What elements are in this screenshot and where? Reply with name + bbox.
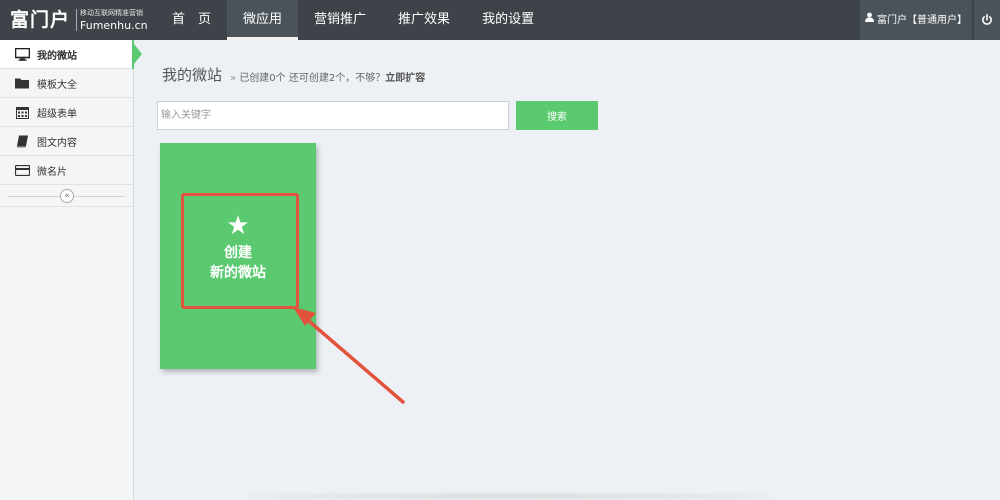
bottom-shadow: [250, 492, 770, 500]
site-quota-info: » 已创建0个 还可创建2个，不够？立即扩容: [230, 69, 425, 84]
sidebar: 我的微站 模板大全 超级表单 图文内容 微名片 «: [0, 40, 142, 500]
logo-divider: [76, 9, 77, 31]
nav-promotion-results[interactable]: 推广效果: [382, 0, 466, 40]
sidebar-item-label: 微名片: [37, 166, 67, 178]
brand-name: 富门户: [10, 9, 71, 31]
new-site-label: 新的微站: [210, 265, 266, 281]
user-menu[interactable]: 富门户【普通用户】: [860, 0, 972, 40]
search-input[interactable]: [157, 101, 509, 130]
nav-my-settings[interactable]: 我的设置: [466, 0, 550, 40]
user-icon: [865, 0, 874, 40]
brand-domain: Fumenhu.cn: [80, 19, 148, 32]
quota-text: 已创建0个 还可创建2个，不够？: [239, 73, 386, 84]
top-bar: 富门户 移动互联网精准营销 Fumenhu.cn 首 页 微应用 营销推广 推广…: [0, 0, 1000, 40]
nav-marketing[interactable]: 营销推广: [298, 0, 382, 40]
sidebar-item-label: 我的微站: [37, 50, 77, 62]
sidebar-item-templates[interactable]: 模板大全: [0, 69, 133, 98]
sidebar-item-label: 超级表单: [37, 108, 77, 120]
user-label: 富门户【普通用户】: [877, 15, 967, 26]
sidebar-item-articles[interactable]: 图文内容: [0, 127, 133, 156]
calendar-icon: [14, 105, 30, 119]
star-icon: ★: [226, 211, 250, 241]
brand-logo[interactable]: 富门户 移动互联网精准营销 Fumenhu.cn: [10, 6, 148, 34]
annotation-arrow: [293, 307, 405, 404]
create-site-card[interactable]: ★ 创建 新的微站: [160, 143, 316, 369]
sidebar-item-super-forms[interactable]: 超级表单: [0, 98, 133, 127]
search-button[interactable]: 搜索: [516, 101, 598, 130]
subtitle-arrow: »: [230, 73, 237, 84]
book-icon: [14, 134, 30, 148]
sidebar-collapse-button[interactable]: «: [60, 189, 74, 203]
sidebar-item-business-card[interactable]: 微名片: [0, 156, 133, 185]
logout-button[interactable]: [974, 0, 1000, 40]
page-title: 我的微站: [162, 66, 223, 84]
nav-home[interactable]: 首 页: [156, 0, 227, 40]
main-nav: 首 页 微应用 营销推广 推广效果 我的设置: [156, 0, 550, 40]
folder-icon: [14, 76, 30, 90]
sidebar-item-label: 图文内容: [37, 137, 77, 149]
create-label: 创建: [224, 245, 252, 261]
expand-quota-link[interactable]: 立即扩容: [385, 73, 425, 84]
sidebar-collapse-row: «: [0, 185, 133, 207]
monitor-icon: [14, 47, 30, 61]
nav-micro-apps[interactable]: 微应用: [227, 0, 299, 40]
sidebar-item-my-sites[interactable]: 我的微站: [0, 40, 142, 69]
card-icon: [14, 163, 30, 177]
power-icon: [981, 11, 993, 30]
brand-tagline: 移动互联网精准营销: [80, 9, 143, 17]
sidebar-item-label: 模板大全: [37, 79, 77, 91]
